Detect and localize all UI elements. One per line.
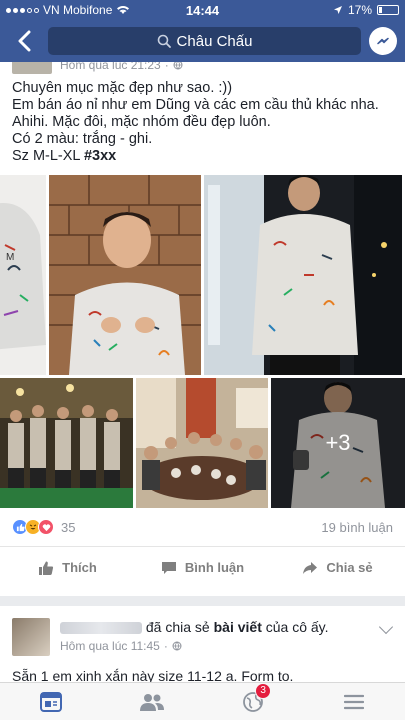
comment-button[interactable]: Bình luận [135,560,270,576]
photo-2[interactable] [49,175,201,375]
comment-count[interactable]: 19 bình luận [321,520,393,535]
chevron-down-icon[interactable] [378,619,394,635]
post-text: Sẵn 1 em xinh xắn này size 11-12 a. Form… [12,668,294,682]
love-reaction-icon [38,519,54,535]
author-avatar[interactable] [12,618,50,656]
photo-4[interactable] [0,378,133,508]
reaction-icons[interactable]: 35 [12,519,75,535]
post-timestamp[interactable]: Hôm qua lúc 21:23 · [60,62,183,72]
friends-icon [139,693,164,711]
news-feed[interactable]: Hôm qua lúc 21:23 · Chuyên mục mặc đẹp n… [0,62,405,682]
post-text: Chuyên mục mặc đẹp như sao. :)) Em bán á… [12,80,379,164]
tab-notifications[interactable]: 3 [233,682,273,717]
battery-percent: 17% [347,3,372,17]
photo-5[interactable] [136,378,268,508]
carrier-name: VN Mobifone [43,3,113,17]
reaction-count: 35 [61,519,76,535]
tab-news-feed[interactable] [31,687,71,717]
like-button[interactable]: Thích [0,560,135,576]
photo-6[interactable]: +3 [271,378,405,508]
status-bar: VN Mobifone 14:44 17% [0,0,405,20]
shared-post-link[interactable]: bài viết [214,619,262,635]
post-timestamp[interactable]: Hôm qua lúc 11:45 · [60,639,182,653]
hashtag-link[interactable]: #3xx [84,148,116,164]
messenger-button[interactable] [369,27,397,55]
tab-friends[interactable] [132,687,172,717]
photo-grid: M +3 [0,175,405,508]
search-field[interactable]: Châu Chấu [48,27,361,55]
messenger-icon [377,37,389,45]
news-feed-icon [39,691,62,712]
search-query: Châu Chấu [176,32,253,50]
comment-icon [161,561,176,574]
battery-icon [377,5,399,15]
post-actions: Thích Bình luận Chia sẻ [0,546,405,588]
globe-icon [173,62,183,70]
svg-text:M: M [6,252,14,263]
navigation-bar: Châu Chấu [0,20,405,62]
photo-3[interactable] [204,175,402,375]
share-icon [303,561,318,574]
share-button[interactable]: Chia sẻ [270,560,405,576]
photo-1[interactable]: M [0,175,46,375]
location-icon [333,6,342,14]
tab-menu[interactable] [334,687,374,717]
post: Hôm qua lúc 21:23 · Chuyên mục mặc đẹp n… [0,62,405,596]
reactions-summary: 35 19 bình luận [0,508,405,546]
wifi-icon [117,6,130,14]
post-header-text: đã chia sẻ bài viết của cô ấy. [60,619,329,635]
post: đã chia sẻ bài viết của cô ấy. Hôm qua l… [0,606,405,682]
author-avatar[interactable] [12,62,52,74]
author-name[interactable] [60,622,142,635]
signal-strength-icon [6,7,39,13]
more-photos-overlay[interactable]: +3 [271,378,405,508]
bottom-tab-bar: 3 [0,682,405,720]
notifications-badge: 3 [255,682,272,699]
back-button[interactable] [8,25,40,57]
thumbs-up-icon [39,561,54,575]
search-icon [157,34,171,48]
chevron-left-icon [18,30,31,52]
globe-icon [172,641,182,651]
menu-icon [344,694,365,709]
